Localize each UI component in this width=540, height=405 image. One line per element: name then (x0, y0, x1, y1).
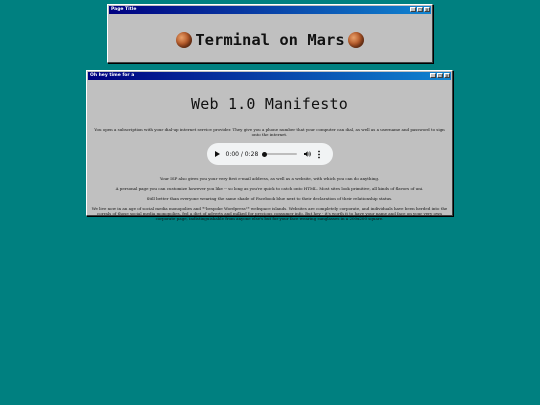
minimize-button[interactable]: _ (410, 7, 416, 12)
title-window-titlebar[interactable]: Page Title _ □ x (109, 6, 431, 14)
title-window-body: Terminal on Mars (108, 15, 432, 64)
audio-time: 0:00 / 0:28 (225, 150, 259, 158)
maximize-button[interactable]: □ (417, 7, 423, 12)
manifesto-window-titlebar[interactable]: Oh hey time for a _ □ x (88, 72, 451, 80)
audio-player[interactable]: 0:00 / 0:28 (206, 143, 333, 165)
maximize-button[interactable]: □ (437, 73, 443, 78)
manifesto-paragraph: A personal page you can customize howeve… (115, 186, 424, 191)
close-button[interactable]: x (444, 73, 450, 78)
manifesto-heading: Web 1.0 Manifesto (191, 95, 348, 113)
mars-planet-icon (176, 31, 193, 48)
manifesto-window-title: Oh hey time for a (90, 73, 135, 78)
manifesto-paragraph: You open a subscription with your dial-u… (94, 127, 445, 137)
title-window-title: Page Title (111, 7, 137, 12)
play-icon[interactable] (214, 151, 220, 157)
title-window: Page Title _ □ x Terminal on Mars (107, 4, 433, 63)
title-window-controls: _ □ x (409, 7, 430, 12)
manifesto-window: Oh hey time for a _ □ x Web 1.0 Manifest… (86, 70, 453, 221)
audio-progress-thumb[interactable] (262, 151, 268, 157)
audio-progress-slider[interactable] (262, 151, 298, 157)
manifesto-paragraph: Still better than everyone wearing the s… (146, 196, 393, 201)
manifesto-paragraph: Your ISP also gives you your very first … (159, 176, 380, 181)
manifesto-window-controls: _ □ x (429, 73, 450, 78)
minimize-button[interactable]: _ (430, 73, 436, 78)
more-options-icon[interactable] (317, 150, 321, 159)
site-title: Terminal on Mars (195, 30, 345, 49)
volume-icon[interactable] (304, 150, 312, 158)
close-button[interactable]: x (424, 7, 430, 12)
mars-planet-icon (347, 31, 364, 48)
manifesto-window-body: Web 1.0 Manifesto You open a subscriptio… (87, 95, 452, 221)
manifesto-paragraph: We live now in an age of social media mo… (91, 206, 448, 221)
